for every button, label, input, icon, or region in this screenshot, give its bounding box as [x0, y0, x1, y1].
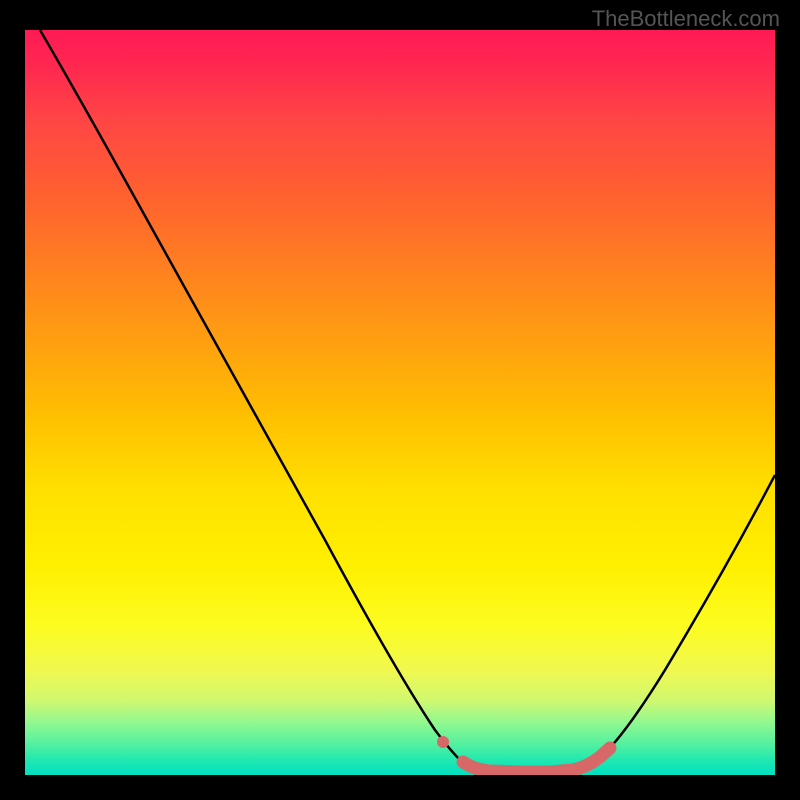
highlight-dot-start — [437, 736, 449, 748]
watermark-text: TheBottleneck.com — [592, 6, 780, 32]
chart-svg — [25, 30, 775, 775]
highlight-optimal-range — [463, 748, 610, 772]
bottleneck-curve-line — [40, 30, 775, 772]
